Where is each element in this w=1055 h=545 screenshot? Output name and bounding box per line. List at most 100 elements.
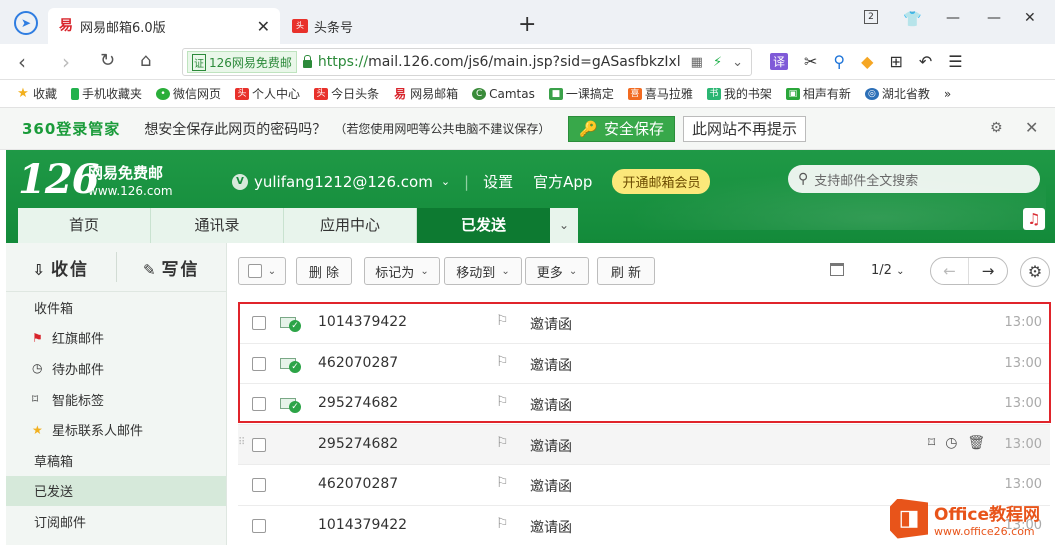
shirt-icon[interactable]: 👕 xyxy=(903,10,922,28)
next-page-icon[interactable]: → xyxy=(969,258,1007,284)
drag-handle-icon[interactable]: ⠿ xyxy=(238,437,245,448)
row-checkbox[interactable] xyxy=(252,518,266,533)
row-checkbox[interactable] xyxy=(252,356,266,371)
flag-icon[interactable]: ⚐ xyxy=(496,435,509,451)
menu-icon[interactable]: — xyxy=(946,10,960,26)
tab-home[interactable]: 首页 xyxy=(18,208,151,243)
receive-button[interactable]: ⇩ 收信 xyxy=(6,255,116,280)
qr-code-icon[interactable]: ▦ xyxy=(691,55,703,70)
chevron-down-icon[interactable]: ⌄ xyxy=(732,55,743,70)
grid-icon[interactable]: ⊞ xyxy=(889,52,902,71)
bookmark-item[interactable]: C Camtas xyxy=(472,87,535,101)
bookmark-item[interactable]: ◎ 湖北省教 xyxy=(864,85,930,102)
folder-subscriptions[interactable]: 订阅邮件 xyxy=(6,506,226,537)
row-checkbox[interactable] xyxy=(252,437,266,452)
flag-icon[interactable]: ⚐ xyxy=(496,475,509,491)
bookmark-item[interactable]: ★ 收藏 xyxy=(16,85,57,102)
clock-icon[interactable]: ◷ xyxy=(945,435,957,451)
tab-mail[interactable]: 易 网易邮箱6.0版 ✕ xyxy=(48,8,280,44)
certificate-badge[interactable]: 证 126网易免费邮 xyxy=(187,51,297,73)
flag-icon[interactable]: ⚐ xyxy=(496,354,509,370)
bookmark-item[interactable]: 头个人中心 xyxy=(235,85,300,102)
vip-button[interactable]: 开通邮箱会员 xyxy=(612,169,711,194)
bookmark-item[interactable]: 喜喜马拉雅 xyxy=(627,85,693,102)
minimize-button[interactable]: — xyxy=(987,10,1001,26)
bookmark-item[interactable]: 书我的书架 xyxy=(706,85,772,102)
never-prompt-button[interactable]: 此网站不再提示 xyxy=(683,115,807,142)
home-icon[interactable]: ⌂ xyxy=(140,50,151,71)
tab-sent[interactable]: 已发送 xyxy=(417,208,550,243)
folder-inbox[interactable]: 收件箱 xyxy=(6,292,226,323)
new-tab-button[interactable]: + xyxy=(518,12,536,37)
trash-icon[interactable]: 🗑 xyxy=(967,435,985,451)
select-all-dropdown[interactable]: ⌄ xyxy=(238,257,286,285)
bookmark-item[interactable]: 头今日头条 xyxy=(314,85,379,102)
close-window-button[interactable]: ✕ xyxy=(1024,10,1036,26)
forward-icon[interactable]: › xyxy=(62,50,70,74)
bookmarks-more-button[interactable]: » xyxy=(944,87,951,101)
row-checkbox[interactable] xyxy=(252,478,266,492)
tab-contacts[interactable]: 通讯录 xyxy=(151,208,284,243)
row-checkbox[interactable] xyxy=(252,316,266,330)
music-icon[interactable]: ♫ xyxy=(1023,208,1045,230)
search-icon[interactable]: ⚲ xyxy=(833,52,845,71)
mail-row[interactable]: ⠿ 295274682 ⚐ 邀请函 ⌑ ◷ 🗑 13:00 xyxy=(238,424,1050,465)
move-to-button[interactable]: 移动到 ⌄ xyxy=(444,257,522,285)
close-icon[interactable]: ✕ xyxy=(1025,118,1038,137)
chevron-down-icon[interactable]: ⌄ xyxy=(550,208,578,243)
tab-apps[interactable]: 应用中心 xyxy=(284,208,417,243)
user-email[interactable]: yulifang1212@126.com xyxy=(254,173,433,191)
settings-link[interactable]: 设置 xyxy=(483,171,513,192)
flag-icon[interactable]: ⚐ xyxy=(496,516,509,532)
bookmark-icon[interactable]: ⌑ xyxy=(928,435,935,451)
tab-toutiao[interactable]: 头 头条号 xyxy=(282,8,512,44)
folder-starred-contacts[interactable]: ★ 星标联系人邮件 xyxy=(6,414,226,445)
mail-search-input[interactable]: ⚲ 支持邮件全文搜索 xyxy=(788,165,1040,193)
bookmark-item[interactable]: 手机收藏夹 xyxy=(71,85,142,102)
shield-icon[interactable]: ◆ xyxy=(861,52,873,71)
close-icon[interactable]: ✕ xyxy=(257,17,270,36)
mail-row[interactable]: 295274682 ⚐ 邀请函 13:00 xyxy=(238,384,1050,425)
mail-logo[interactable]: 126 xyxy=(18,156,99,203)
write-button[interactable]: ✎ 写信 xyxy=(117,255,227,280)
scissors-icon[interactable]: ✂ xyxy=(804,52,817,71)
select-all-checkbox[interactable] xyxy=(247,264,262,278)
list-settings-button[interactable]: ⚙ xyxy=(1020,257,1050,287)
flag-icon[interactable]: ⚐ xyxy=(496,313,509,329)
mail-row[interactable]: 462070287 ⚐ 邀请函 13:00 xyxy=(238,344,1050,384)
bookmark-item[interactable]: ■ 一课搞定 xyxy=(548,85,614,102)
browser-logo-icon[interactable]: ➤ xyxy=(14,11,38,35)
more-button[interactable]: 更多 ⌄ xyxy=(525,257,589,285)
reload-icon[interactable]: ↻ xyxy=(100,50,115,71)
translate-icon[interactable]: 译 xyxy=(770,53,789,70)
refresh-button[interactable]: 刷 新 xyxy=(597,257,655,285)
row-checkbox[interactable] xyxy=(252,397,266,411)
gear-icon[interactable]: ⚙ xyxy=(990,120,1003,136)
menu-icon[interactable]: ☰ xyxy=(948,52,962,71)
tab-count-icon[interactable]: 2 xyxy=(864,10,878,24)
url-input[interactable]: 证 126网易免费邮 https://mail.126.com/js6/main… xyxy=(182,48,752,76)
page-indicator[interactable]: 1/2 ⌄ xyxy=(871,263,904,278)
flag-icon[interactable]: ⚐ xyxy=(496,394,509,410)
folder-flagged[interactable]: ⚑ 红旗邮件 xyxy=(6,323,226,354)
mail-subject: 邀请函 xyxy=(530,398,572,414)
folder-sent[interactable]: 已发送 xyxy=(6,475,226,507)
prev-page-icon[interactable]: ← xyxy=(931,258,970,284)
folder-todo[interactable]: ◷ 待办邮件 xyxy=(6,353,226,384)
undo-icon[interactable]: ↶ xyxy=(919,52,932,71)
delete-button[interactable]: 删 除 xyxy=(296,257,352,285)
mark-as-button[interactable]: 标记为 ⌄ xyxy=(364,257,440,285)
mail-row[interactable]: 1014379422 ⚐ 邀请函 13:00 xyxy=(238,303,1050,344)
url-text[interactable]: https://mail.126.com/js6/main.jsp?sid=gA… xyxy=(318,54,688,70)
folder-smart-tags[interactable]: ⌑ 智能标签 xyxy=(6,384,226,415)
bookmark-item[interactable]: • 微信网页 xyxy=(156,85,221,102)
secure-save-button[interactable]: 🔑 安全保存 xyxy=(568,115,676,142)
chevron-down-icon[interactable]: ⌄ xyxy=(441,175,450,188)
app-link[interactable]: 官方App xyxy=(533,171,592,192)
bookmark-item[interactable]: 易网易邮箱 xyxy=(393,85,458,102)
back-icon[interactable]: ‹ xyxy=(18,50,26,74)
calendar-icon[interactable] xyxy=(830,263,844,276)
folder-drafts[interactable]: 草稿箱 xyxy=(6,445,226,476)
lightning-icon[interactable]: ⚡ xyxy=(713,55,722,70)
bookmark-item[interactable]: ▣ 相声有新 xyxy=(785,85,851,102)
